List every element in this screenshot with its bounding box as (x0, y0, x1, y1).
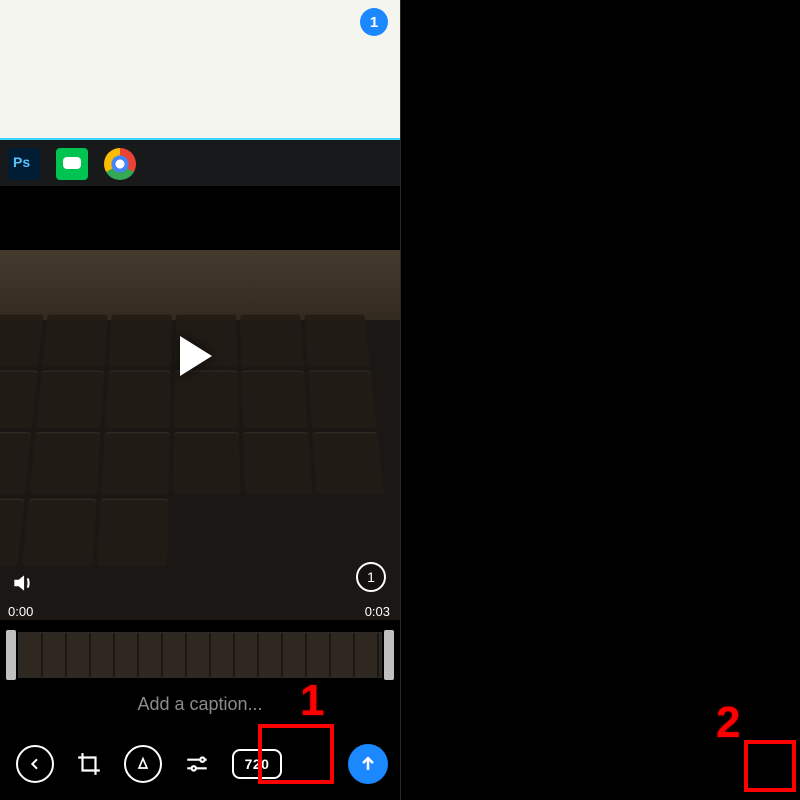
editor-toolbar: 720 (0, 734, 400, 794)
trim-handle-left[interactable] (6, 630, 16, 680)
panel-divider (400, 0, 401, 800)
video-preview[interactable]: 1 1 (0, 0, 400, 620)
send-button[interactable] (348, 744, 388, 784)
timeline-end-time: 0:03 (365, 604, 390, 619)
video-background-desktop (0, 0, 400, 138)
annotate-button[interactable] (124, 745, 162, 783)
play-button[interactable] (180, 336, 212, 376)
video-timeline[interactable] (0, 628, 400, 682)
annotation-number-2: 2 (716, 698, 740, 748)
taskbar-messages-icon (56, 148, 88, 180)
selection-count-badge[interactable]: 1 (360, 8, 388, 36)
taskbar-photoshop-icon (8, 148, 40, 180)
taskbar-chrome-icon (104, 148, 136, 180)
annotation-number-1: 1 (300, 676, 324, 726)
timeline-frames[interactable] (18, 632, 382, 678)
adjustments-button[interactable] (178, 745, 216, 783)
video-background-laptop-edge (0, 186, 400, 256)
timeline-start-time: 0:00 (8, 604, 33, 619)
volume-icon[interactable] (10, 570, 36, 596)
crop-button[interactable] (70, 745, 108, 783)
caption-input[interactable]: Add a caption... (0, 694, 400, 726)
resolution-button[interactable]: 720 (232, 749, 282, 779)
media-count-badge[interactable]: 1 (356, 562, 386, 592)
annotation-highlight-2 (744, 740, 796, 792)
video-editor-screen: 1 1 0:00 0:03 Add a caption... (0, 0, 400, 800)
back-button[interactable] (16, 745, 54, 783)
video-background-taskbar (0, 138, 400, 186)
trim-handle-right[interactable] (384, 630, 394, 680)
